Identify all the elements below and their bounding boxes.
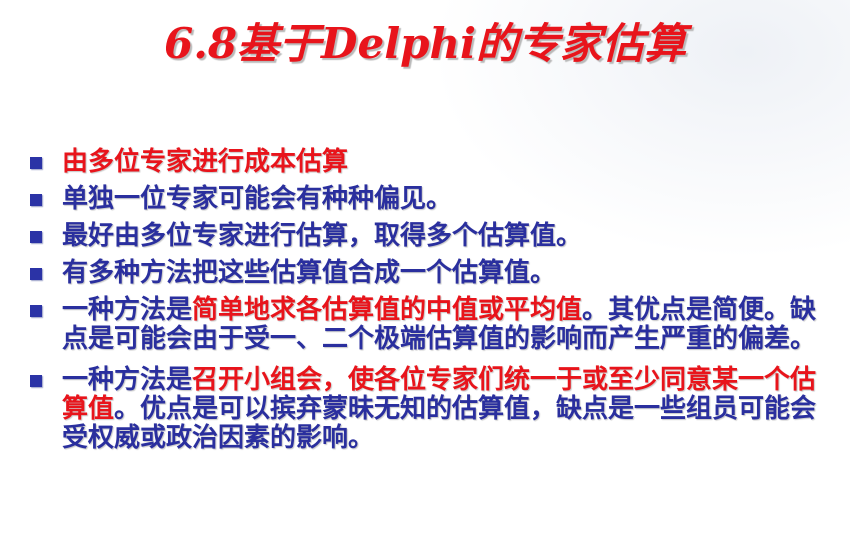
square-bullet-icon	[30, 268, 42, 280]
bullet-segment-highlight: 简单地求各估算值的中值或平均值	[192, 295, 583, 325]
bullet-segment: 一种方法是	[62, 365, 193, 395]
square-bullet-icon	[30, 194, 42, 206]
bullet-text: 有多种方法把这些估算值合成一个估算值。	[62, 259, 836, 288]
square-bullet-icon	[30, 375, 42, 387]
bullet-item: 最好由多位专家进行估算，取得多个估算值。	[30, 222, 836, 251]
bullet-text: 单独一位专家可能会有种种偏见。	[62, 185, 836, 214]
bullet-text: 一种方法是召开小组会，使各位专家们统一于或至少同意某一个估算值。优点是可以摈弃蒙…	[62, 366, 836, 453]
slide-title: 6.8基于Delphi的专家估算	[163, 19, 687, 68]
square-bullet-icon	[30, 157, 42, 169]
bullet-item: 一种方法是召开小组会，使各位专家们统一于或至少同意某一个估算值。优点是可以摈弃蒙…	[30, 366, 836, 453]
square-bullet-icon	[30, 305, 42, 317]
bullet-segment: 。优点是可以摈弃蒙昧无知的估算值，缺点是一些组员可能会受权威或政治因素的影响。	[62, 394, 817, 453]
bullet-list: 由多位专家进行成本估算 单独一位专家可能会有种种偏见。 最好由多位专家进行估算，…	[30, 148, 836, 461]
bullet-segment: 有多种方法把这些估算值合成一个估算值。	[62, 258, 557, 288]
bullet-segment-highlight: 由多位专家进行成本估算	[62, 147, 349, 177]
bullet-text: 最好由多位专家进行估算，取得多个估算值。	[62, 222, 836, 251]
bullet-item: 单独一位专家可能会有种种偏见。	[30, 185, 836, 214]
bullet-text: 由多位专家进行成本估算	[62, 148, 836, 177]
bullet-segment: 最好由多位专家进行估算，取得多个估算值。	[62, 221, 583, 251]
square-bullet-icon	[30, 231, 42, 243]
bullet-segment: 一种方法是	[62, 295, 193, 325]
bullet-segment: 单独一位专家可能会有种种偏见。	[62, 184, 453, 214]
bullet-item: 有多种方法把这些估算值合成一个估算值。	[30, 259, 836, 288]
bullet-item: 由多位专家进行成本估算	[30, 148, 836, 177]
bullet-text: 一种方法是简单地求各估算值的中值或平均值。其优点是简便。缺点是可能会由于受一、二…	[62, 296, 836, 354]
bullet-item: 一种方法是简单地求各估算值的中值或平均值。其优点是简便。缺点是可能会由于受一、二…	[30, 296, 836, 354]
